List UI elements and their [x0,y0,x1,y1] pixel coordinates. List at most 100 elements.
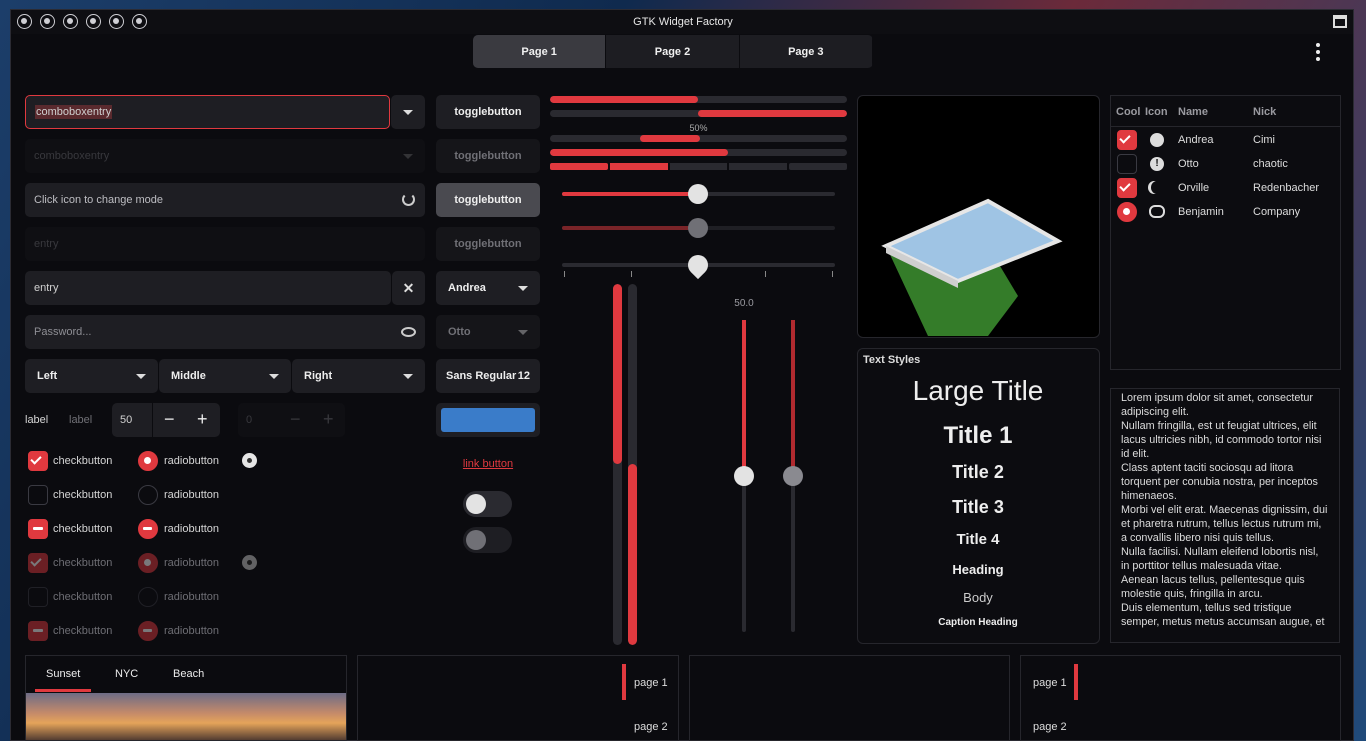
heading: Heading [952,562,1004,577]
comboboxentry-input[interactable]: comboboxentry [25,95,390,129]
checkbox-checked-disabled [28,553,48,573]
radiobutton-label: radiobutton [164,489,220,501]
togglebutton-disabled: togglebutton [436,139,540,173]
tree-check-checked[interactable] [1117,130,1137,150]
col-icon[interactable]: Icon [1145,106,1168,118]
tree-header: Cool Icon Name Nick [1111,96,1340,127]
tab-beach[interactable]: Beach [173,668,204,680]
combo-dropdown-button[interactable] [391,95,425,129]
scale-knob[interactable] [734,466,754,486]
check-icon [1119,180,1131,192]
entry-field[interactable]: entry [25,271,391,305]
page-1-item[interactable]: page 1 [1033,677,1067,689]
notebook-images: Sunset NYC Beach [25,655,347,741]
plus-icon: + [323,409,334,429]
text-view[interactable]: Lorem ipsum dolor sit amet, consectetur … [1110,388,1340,643]
tab-sunset[interactable]: Sunset [46,668,80,680]
page-2-item[interactable]: page 2 [634,721,668,733]
radio-small[interactable] [242,453,257,468]
kebab-menu-icon[interactable] [1310,43,1326,61]
radio-unchecked-disabled [138,587,158,607]
checkbutton-label: checkbutton [53,557,113,569]
vscale-value: 50.0 [734,298,754,309]
page-1-item[interactable]: page 1 [634,677,668,689]
tree-check-checked[interactable] [1117,178,1137,198]
eye-icon[interactable] [401,327,416,337]
chevron-down-icon [518,329,528,335]
minus-icon[interactable]: − [164,409,175,430]
password-field[interactable]: Password... [25,315,425,349]
checkbox-unchecked[interactable] [28,485,48,505]
face-icon [1149,205,1165,218]
lorem-line: Lorem ipsum dolor sit amet, consectetur … [1121,392,1314,418]
radio-inconsistent[interactable] [138,519,158,539]
clear-button[interactable]: ✕ [392,271,425,305]
color-swatch [441,408,535,432]
entry-text: entry [34,282,59,294]
font-button[interactable]: Sans Regular 12 [436,359,540,393]
tab-page-1[interactable]: Page 1 [473,35,607,68]
radiobutton-label: radiobutton [164,557,220,569]
checkbox-checked[interactable] [28,451,48,471]
togglebutton-active-disabled: togglebutton [436,227,540,261]
plus-icon[interactable]: + [197,409,208,430]
level-bar [550,163,847,170]
mode-entry[interactable]: Click icon to change mode [25,183,425,217]
mode-entry-text: Click icon to change mode [34,194,164,206]
tree-radio-checked[interactable] [1117,202,1137,222]
tree-check-unchecked[interactable] [1117,154,1137,174]
refresh-icon[interactable] [402,193,415,206]
combo-andrea[interactable]: Andrea [436,271,540,305]
check-circle-icon [1150,133,1164,147]
vertical-scale-2[interactable] [783,320,803,632]
col-cool[interactable]: Cool [1116,106,1140,118]
body-text: Body [963,590,993,605]
vertical-progress-1 [613,284,622,645]
progress-bar-2 [550,110,847,117]
password-placeholder: Password... [34,326,92,338]
combo-left[interactable]: Left [25,359,158,393]
combo-middle[interactable]: Middle [159,359,291,393]
scale-2-disabled [562,218,835,238]
togglebutton[interactable]: togglebutton [436,95,540,129]
checkbutton-label: checkbutton [53,523,113,535]
tree-name: Otto [1178,158,1199,170]
tab-page-3[interactable]: Page 3 [740,35,873,68]
col-name[interactable]: Name [1178,106,1208,118]
color-button[interactable] [436,403,540,437]
entry-disabled: entry [25,227,425,261]
togglebutton-active[interactable]: togglebutton [436,183,540,217]
restore-window-icon[interactable] [1333,15,1347,28]
checkbox-inconsistent[interactable] [28,519,48,539]
col-nick[interactable]: Nick [1253,106,1276,118]
tab-nyc[interactable]: NYC [115,668,138,680]
combo-otto: Otto [436,315,540,349]
scale-3-marks[interactable] [562,250,835,280]
lorem-line: Nulla facilisi. Nullam eleifend lobortis… [1121,546,1319,572]
lorem-line: Class aptent taciti sociosqu ad litora t… [1121,462,1318,502]
chevron-down-icon [269,373,279,379]
tree-name: Benjamin [1178,206,1224,218]
radio-small-disabled [242,555,257,570]
progress-label: 50% [689,123,708,133]
moon-icon [1151,181,1163,194]
radio-unchecked[interactable] [138,485,158,505]
scale-knob[interactable] [783,466,803,486]
spin-button[interactable]: 50 − + [112,403,220,437]
spin-label-dim: label [69,414,93,426]
link-button[interactable]: link button [436,458,540,470]
combo-right[interactable]: Right [292,359,425,393]
scale-1[interactable] [562,184,835,204]
switch-off[interactable] [463,491,512,517]
vertical-scale-1[interactable] [734,320,754,632]
radio-checked[interactable] [138,451,158,471]
entry-disabled-text: entry [34,238,59,250]
page-2-item[interactable]: page 2 [1033,721,1067,733]
font-size: 12 [517,370,530,382]
gl-area [857,95,1100,338]
progress-bar-pulse [550,135,847,142]
check-icon [1119,132,1131,144]
scale-knob[interactable] [688,184,708,204]
combo-andrea-label: Andrea [448,282,486,294]
tab-page-2[interactable]: Page 2 [606,35,740,68]
